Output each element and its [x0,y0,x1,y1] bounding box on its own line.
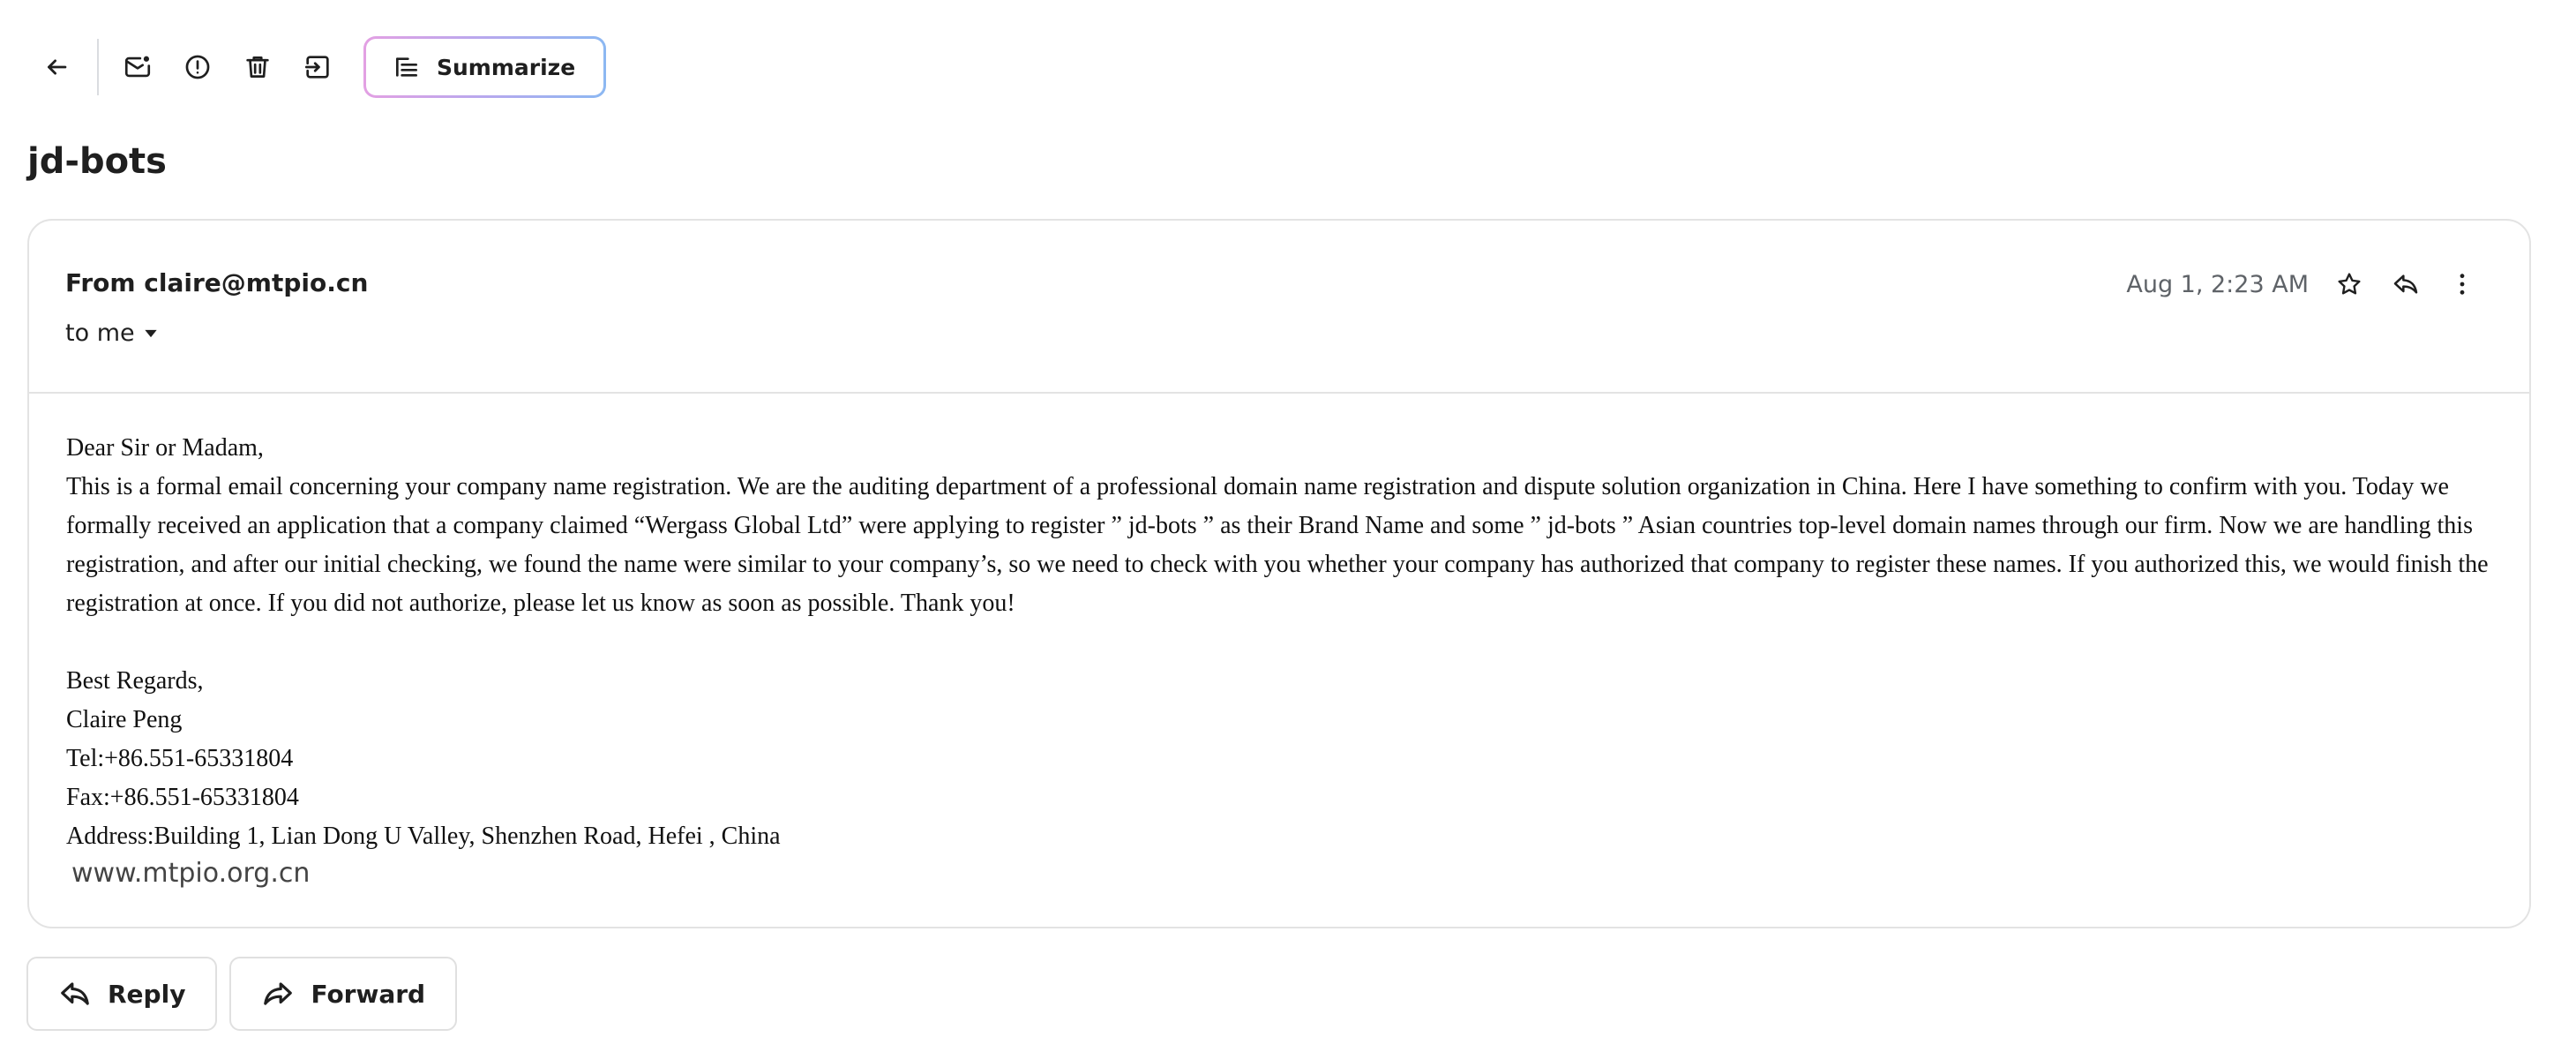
message-body: Dear Sir or Madam, This is a formal emai… [66,429,2501,891]
message-header-actions: Aug 1, 2:23 AM [2126,259,2490,309]
more-vertical-icon [2460,274,2465,295]
signature-address: Address:Building 1, Lian Dong U Valley, … [66,823,781,850]
body-closing: Best Regards, [66,667,204,695]
reply-button[interactable]: Reply [26,957,218,1031]
toolbar-divider [97,39,99,95]
toolbar: Summarize [26,35,606,99]
message-header: From claire@mtpio.cn to me Aug 1, 2:23 A… [29,221,2529,394]
message-card: From claire@mtpio.cn to me Aug 1, 2:23 A… [27,219,2531,928]
report-spam-button[interactable] [168,37,228,97]
summarize-icon [396,57,417,77]
reply-icon [61,982,89,1005]
recipient-label: to me [65,319,135,347]
delete-button[interactable] [228,37,288,97]
reply-label: Reply [108,979,186,1009]
body-greeting: Dear Sir or Madam, [66,434,264,462]
signature-tel: Tel:+86.551-65331804 [66,745,294,772]
more-options-button[interactable] [2434,259,2490,309]
star-button[interactable] [2321,259,2378,309]
star-icon [2338,273,2361,295]
forward-button[interactable]: Forward [229,957,458,1031]
arrow-left-icon [48,59,67,75]
body-paragraph: This is a formal email concerning your c… [66,473,2489,617]
back-button[interactable] [26,37,86,97]
report-spam-icon [185,55,210,79]
mail-unread-icon [124,56,151,78]
mark-unread-button[interactable] [108,37,168,97]
email-subject: jd-bots [27,141,167,182]
recipient-details-toggle[interactable]: to me [65,319,160,347]
signature-fax: Fax:+86.551-65331804 [66,784,299,811]
move-to-button[interactable] [288,37,348,97]
message-date: Aug 1, 2:23 AM [2126,270,2309,298]
summarize-label: Summarize [437,54,576,80]
forward-label: Forward [311,979,426,1009]
summarize-button[interactable]: Summarize [363,36,606,98]
signature-name: Claire Peng [66,706,183,733]
reply-icon [2393,274,2418,294]
message-actions: Reply Forward [26,957,458,1031]
signature-website: www.mtpio.org.cn [71,858,311,889]
move-to-icon [304,56,329,79]
trash-icon [246,56,269,78]
reply-icon-button[interactable] [2378,259,2434,309]
sender-line: From claire@mtpio.cn [65,268,369,297]
forward-icon [264,982,293,1005]
caret-down-icon [144,329,157,337]
